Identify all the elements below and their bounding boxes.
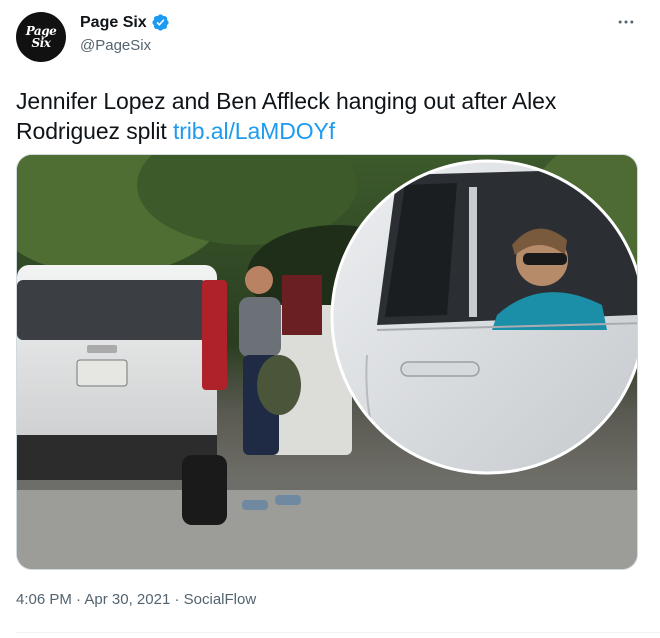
tweet-time[interactable]: 4:06 PM [16, 591, 72, 608]
name-row: Page Six [80, 13, 170, 32]
divider [16, 632, 660, 633]
tweet-link[interactable]: trib.al/LaMDOYf [173, 118, 335, 144]
handle[interactable]: @PageSix [80, 37, 170, 54]
tweet-meta: 4:06 PM · Apr 30, 2021 · SocialFlow [16, 591, 256, 608]
avatar[interactable]: Page Six [16, 12, 66, 62]
tweet-date[interactable]: Apr 30, 2021 [84, 591, 170, 608]
tweet-text: Jennifer Lopez and Ben Affleck hanging o… [16, 86, 636, 146]
meta-separator-2: · [174, 591, 180, 608]
verified-badge-icon [151, 13, 170, 32]
more-horizontal-icon[interactable] [614, 10, 638, 34]
author-block: Page Six @PageSix [80, 13, 170, 54]
avatar-logo-line2: Six [31, 36, 51, 50]
photo-illustration [17, 155, 637, 569]
tweet: Page Six Page Six @PageSix Jennifer Lope… [0, 0, 660, 638]
meta-separator: · [76, 591, 82, 608]
display-name[interactable]: Page Six [80, 14, 147, 32]
tweet-photo[interactable] [16, 154, 638, 570]
tweet-source[interactable]: SocialFlow [184, 591, 257, 608]
